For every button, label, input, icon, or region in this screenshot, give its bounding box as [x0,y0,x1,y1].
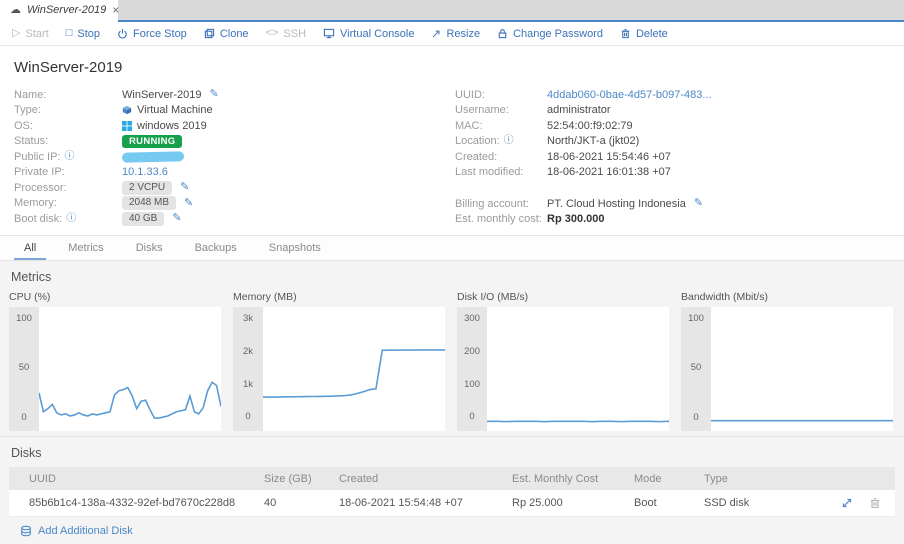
stop-button[interactable]: □ Stop [66,28,100,40]
plot-area [39,307,221,431]
private-ip-value[interactable]: 10.1.33.6 [122,166,168,178]
y-axis: 300 200 100 0 [457,307,487,431]
plot-area [487,307,669,431]
tab-disks[interactable]: Disks [126,242,173,260]
virtual-console-button[interactable]: Virtual Console [323,28,414,40]
private-ip-row: Private IP: 10.1.33.6 [14,166,168,179]
stop-icon: □ [65,27,73,39]
power-icon [118,28,127,39]
page-title: WinServer-2019 [14,59,123,76]
public-ip-redaction [121,150,185,163]
tab-backups[interactable]: Backups [185,242,247,260]
name-row: Name: WinServer-2019 ✎ [14,88,219,101]
play-icon: ▷ [12,27,21,39]
tab-all[interactable]: All [14,242,47,260]
close-icon[interactable]: × [112,4,119,16]
memory-row: Memory: 2048 MB ✎ [14,196,194,211]
trash-icon [621,29,630,39]
chart-title: Bandwidth (Mbit/s) [681,291,768,303]
disk-created: 18-06-2021 15:54:48 +07 [339,497,463,509]
memory-chart: Memory (MB) 3k 2k 1k 0 [233,291,445,431]
clone-button[interactable]: Clone [204,28,249,40]
processor-chip: 2 VCPU [122,180,173,195]
plot-area [711,307,893,431]
tab-snapshots[interactable]: Snapshots [259,242,331,260]
expand-icon[interactable] [841,497,853,509]
start-button[interactable]: ▷ Start [12,28,49,40]
metrics-section: Metrics CPU (%) 100 50 0 Memory (MB) 3k 2k 1… [0,261,904,437]
disk-size: 40 [264,497,277,509]
disk-mode: Boot [634,497,657,509]
info-icon[interactable]: ⓘ [66,213,76,224]
username-row: Username: administrator [455,104,611,117]
vm-tab-title: WinServer-2019 [27,4,107,16]
table-header: UUID Size (GB) Created Est. Monthly Cost… [9,467,895,490]
code-icon: <> [265,27,279,39]
y-axis: 3k 2k 1k 0 [233,307,263,431]
vm-toolbar: ▷ Start □ Stop Force Stop Clone <> SSH V… [0,22,904,46]
est-monthly-cost-row: Est. monthly cost: Rp 300.000 [455,213,605,226]
y-axis: 100 50 0 [681,307,711,431]
disk-uuid: 85b6b1c4-138a-4332-92ef-bd7670c228d8 [29,497,236,509]
disk-type: SSD disk [704,497,750,509]
disks-heading: Disks [11,446,42,460]
disk-io-chart: Disk I/O (MB/s) 300 200 100 0 [457,291,669,431]
change-password-button[interactable]: Change Password [497,28,603,40]
disk-icon [21,525,31,537]
uuid-value[interactable]: 4ddab060-0bae-4d57-b097-483... [547,89,712,101]
delete-disk-icon[interactable] [869,497,881,509]
vm-cube-icon [122,106,132,115]
info-icon[interactable]: ⓘ [64,151,74,162]
ssh-button[interactable]: <> SSH [266,28,306,40]
status-badge: RUNNING [122,134,183,148]
chart-title: CPU (%) [9,291,51,303]
cpu-chart: CPU (%) 100 50 0 [9,291,221,431]
delete-button[interactable]: Delete [620,28,668,40]
add-additional-disk-button[interactable]: Add Additional Disk [20,525,133,537]
chart-title: Memory (MB) [233,291,297,303]
bandwidth-chart: Bandwidth (Mbit/s) 100 50 0 [681,291,893,431]
edit-boot-disk-icon[interactable]: ✎ [172,213,181,224]
uuid-row: UUID: 4ddab060-0bae-4d57-b097-483... [455,88,712,101]
windows-icon [122,120,132,131]
chart-title: Disk I/O (MB/s) [457,291,529,303]
y-axis: 100 50 0 [9,307,39,431]
tab-strip: ☁ WinServer-2019 × [0,0,904,22]
force-stop-button[interactable]: Force Stop [117,28,187,40]
disks-table: UUID Size (GB) Created Est. Monthly Cost… [9,467,895,517]
os-row: OS: windows 2019 [14,119,207,132]
boot-disk-chip: 40 GB [122,211,165,226]
memory-chip: 2048 MB [122,196,177,211]
monitor-icon [323,28,335,39]
edit-memory-icon[interactable]: ✎ [184,197,193,209]
clone-icon [204,28,214,39]
boot-disk-row: Boot disk: ⓘ 40 GB ✎ [14,211,182,226]
billing-account-row: Billing account: PT. Cloud Hosting Indon… [455,197,704,210]
resize-icon [433,30,440,37]
tab-metrics[interactable]: Metrics [58,242,113,260]
info-icon[interactable]: ⓘ [504,136,514,146]
vm-details-panel: WinServer-2019 Name: WinServer-2019 ✎ Ty… [0,46,904,236]
edit-name-icon[interactable]: ✎ [209,89,218,100]
table-row[interactable]: 85b6b1c4-138a-4332-92ef-bd7670c228d8 40 … [9,490,895,517]
disk-cost: Rp 25.000 [512,497,563,509]
mac-row: MAC: 52:54:00:f9:02:79 [455,119,633,132]
metrics-heading: Metrics [11,270,52,284]
lock-icon [498,29,507,39]
public-ip-row: Public IP: ⓘ [14,149,455,165]
vm-tab[interactable]: ☁ WinServer-2019 × [0,0,119,22]
disks-section: Disks UUID Size (GB) Created Est. Monthl… [0,437,904,544]
edit-processor-icon[interactable]: ✎ [180,182,189,193]
created-row: Created: 18-06-2021 15:54:46 +07 [455,150,671,163]
edit-billing-icon[interactable]: ✎ [694,198,703,209]
type-row: Type: Virtual Machine [14,104,213,117]
last-modified-row: Last modified: 18-06-2021 16:01:38 +07 [455,166,671,179]
cloud-icon: ☁ [10,3,21,16]
resize-button[interactable]: Resize [431,28,480,40]
plot-area [263,307,445,431]
detail-tabs: All Metrics Disks Backups Snapshots [0,236,904,261]
status-row: Status: RUNNING [14,134,455,150]
processor-row: Processor: 2 VCPU ✎ [14,180,190,195]
location-row: Location: ⓘ North/JKT-a (jkt02) [455,135,640,148]
